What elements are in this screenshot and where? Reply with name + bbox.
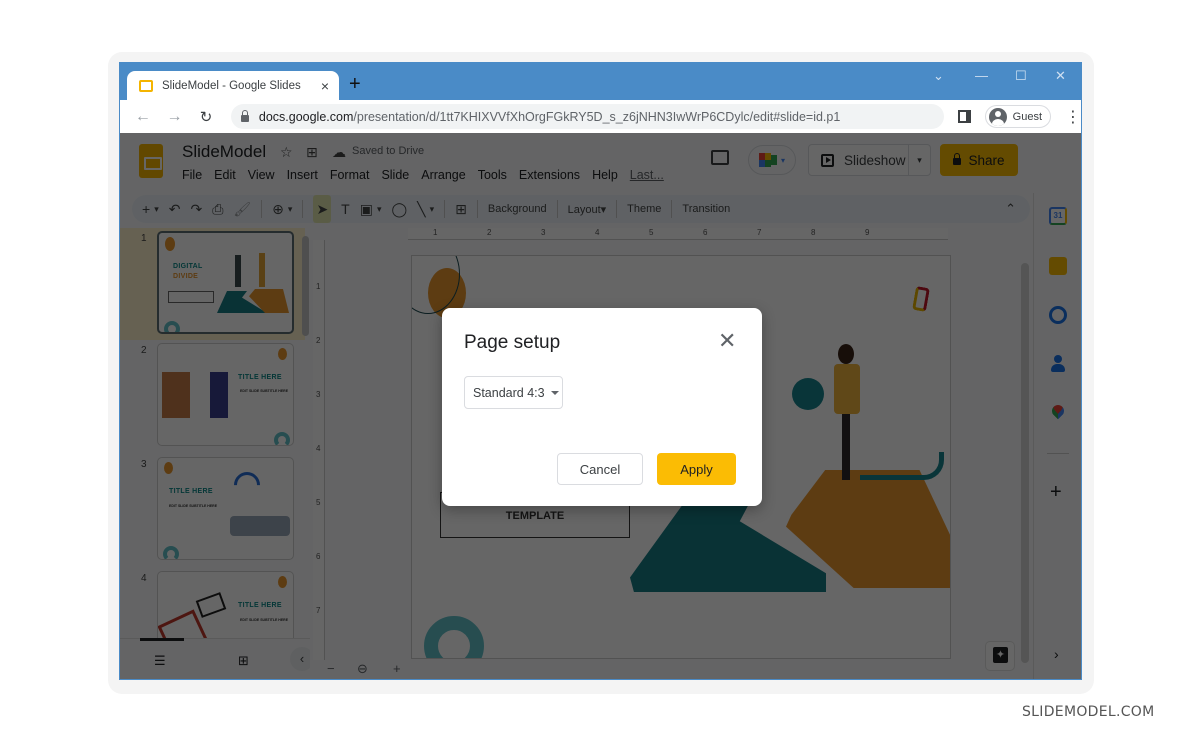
title-bar: SlideModel - Google Slides × + ⌄ — ☐ ✕ [120, 63, 1081, 100]
page-size-value: Standard 4:3 [473, 385, 545, 400]
chevron-down-icon [550, 390, 559, 395]
close-tab-icon[interactable]: × [321, 78, 329, 94]
maximize-icon[interactable]: ☐ [1015, 68, 1027, 84]
watermark: SLIDEMODEL.COM [1022, 704, 1155, 720]
close-icon[interactable]: ✕ [718, 330, 736, 352]
side-panel-icon[interactable] [957, 110, 971, 123]
tab-search-icon[interactable]: ⌄ [933, 68, 944, 84]
page-size-select[interactable]: Standard 4:3 [464, 376, 563, 409]
new-tab-button[interactable]: + [349, 74, 361, 94]
cancel-button[interactable]: Cancel [557, 453, 643, 485]
avatar-icon [988, 107, 1007, 126]
profile-label: Guest [1012, 110, 1043, 123]
browser-window: SlideModel - Google Slides × + ⌄ — ☐ ✕ ←… [119, 62, 1082, 680]
minimize-icon[interactable]: — [975, 68, 988, 83]
back-icon[interactable]: ← [134, 108, 152, 126]
profile-button[interactable]: Guest [984, 105, 1052, 128]
reload-icon[interactable]: ↻ [197, 108, 215, 126]
tab-title: SlideModel - Google Slides [162, 79, 301, 92]
forward-icon[interactable]: → [166, 108, 184, 126]
browser-menu-icon[interactable]: ⋮ [1065, 107, 1081, 127]
url-bar[interactable]: docs.google.com/presentation/d/1tt7KHIXV… [230, 104, 944, 129]
lock-icon [240, 109, 249, 122]
close-window-icon[interactable]: ✕ [1055, 68, 1066, 84]
url-host: docs.google.com [258, 109, 354, 124]
apply-button[interactable]: Apply [657, 453, 736, 485]
page-setup-dialog: Page setup ✕ Standard 4:3 Cancel Apply [442, 308, 762, 506]
browser-tab[interactable]: SlideModel - Google Slides × [127, 71, 339, 100]
slides-favicon-icon [139, 79, 153, 92]
page: SlideModel - Google Slides × + ⌄ — ☐ ✕ ←… [0, 0, 1200, 743]
dialog-title: Page setup [464, 332, 561, 353]
address-row: ← → ↻ docs.google.com/presentation/d/1tt… [120, 100, 1081, 133]
url-path: /presentation/d/1tt7KHIXVVfXhOrgFGkRY5D_… [353, 109, 841, 124]
